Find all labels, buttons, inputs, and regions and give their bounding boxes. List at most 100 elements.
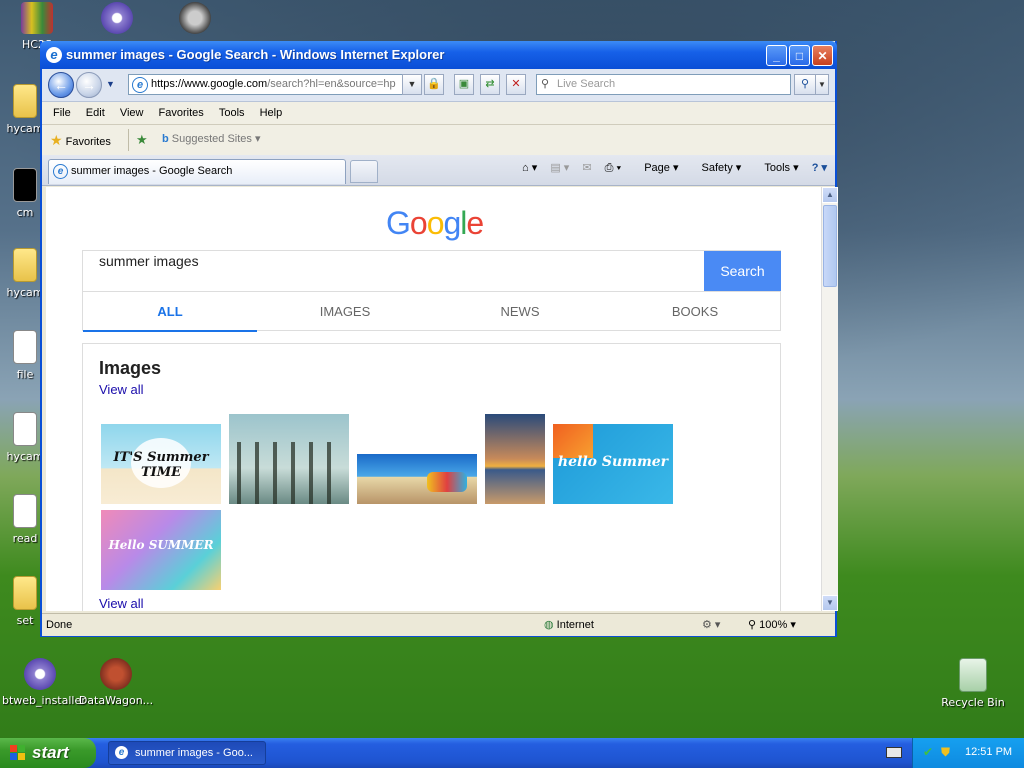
zoom-control[interactable]: ⚲ 100% ▾ [748,617,796,633]
menu-help[interactable]: Help [259,102,284,124]
tab-summer-images[interactable]: e summer images - Google Search [48,159,346,184]
add-favorite-icon[interactable]: ★ [136,132,148,148]
stop-icon[interactable]: ✕ [506,74,526,95]
scroll-down-arrow[interactable]: ▼ [822,595,838,611]
view-all-link[interactable]: View all [99,382,144,397]
tab-books[interactable]: BOOKS [608,292,782,330]
page-menu[interactable]: Page ▾ [634,161,678,174]
desktop-icon-datawagon[interactable]: DataWagon... [78,658,154,707]
suggested-sites-button[interactable]: b Suggested Sites ▾ [162,132,261,145]
thumb-caption: hello Summer [557,454,669,470]
desktop-icon-label: hycam [6,122,44,135]
internet-explorer-icon: e [53,164,68,179]
logo-letter: g [443,205,461,241]
search-tabs: ALL IMAGES NEWS BOOKS [82,291,782,332]
back-button[interactable]: ← [48,72,74,98]
desktop-icon-bittorrent-top[interactable] [82,2,152,38]
close-button[interactable]: ✕ [812,45,833,66]
desktop-icon-recycle-bin[interactable]: Recycle Bin [938,658,1008,709]
system-tray: ✔ ⛊ 12:51 PM [912,738,1024,768]
minimize-button[interactable]: _ [766,45,787,66]
raccoon-shortcut-icon [179,2,211,34]
zoom-icon: ⚲ [748,619,757,631]
recent-pages-dropdown[interactable]: ▼ [106,79,115,89]
clock[interactable]: 12:51 PM [965,746,1012,758]
zoom-level: 100% [759,619,788,631]
address-bar: ← → ▼ e https://www.google.com/search?hl… [42,69,835,102]
menu-view[interactable]: View [119,102,145,124]
tab-all[interactable]: ALL [83,292,257,332]
taskbar-item-ie[interactable]: e summer images - Goo... [108,741,266,765]
document-icon [13,412,37,446]
rss-feed-icon[interactable]: ▤ ▾ [550,161,569,174]
tab-news[interactable]: NEWS [433,292,607,330]
setup-icon [13,576,37,610]
security-shield-icon[interactable]: ⛊ [941,745,950,760]
suggested-sites-label: Suggested Sites [171,133,252,145]
window-title: summer images - Google Search - Windows … [66,47,445,62]
image-thumb-beach-flipflops[interactable] [357,454,477,504]
help-icon[interactable]: ? ▾ [812,161,827,174]
mail-icon[interactable]: ✉ [582,161,591,174]
image-thumb-its-summer[interactable]: IT'S Summer TIME [101,424,221,504]
image-thumb-palm-trees[interactable] [229,414,349,504]
document-icon [13,330,37,364]
favorites-label: Favorites [65,136,111,148]
sunglasses-decoration [553,424,593,458]
safety-menu[interactable]: Safety ▾ [692,161,742,174]
vertical-scrollbar[interactable]: ▲ ▼ [821,187,838,611]
winrar-icon [21,2,53,34]
search-options-dropdown[interactable]: ▼ [815,74,829,95]
internet-explorer-icon: e [115,746,128,759]
search-icon: ⚲ [541,78,550,90]
tab-images[interactable]: IMAGES [258,292,432,330]
image-thumb-sunset[interactable] [485,414,545,504]
menu-tools[interactable]: Tools [218,102,246,124]
menu-edit[interactable]: Edit [85,102,106,124]
url-scheme: https:// [151,78,185,90]
tools-menu-label: Tools [764,162,791,174]
menu-favorites[interactable]: Favorites [158,102,205,124]
url-field[interactable]: e https://www.google.com/search?hl=en&so… [128,74,418,95]
search-query[interactable]: summer images [99,253,199,269]
page-content: Google summer images Search ALL IMAGES N… [46,187,821,611]
favorites-button[interactable]: ★ Favorites [50,132,111,149]
image-thumb-hello-summer[interactable]: hello Summer [553,424,673,504]
desktop-icon-raccoon[interactable] [160,2,230,38]
home-icon[interactable]: ⌂ ▾ [522,161,537,174]
logo-letter: G [386,205,411,241]
image-thumb-tropical-summer[interactable]: Hello SUMMER [101,510,221,590]
url-dropdown-button[interactable]: ▼ [402,74,422,95]
desktop-icon-label: file [16,368,34,381]
thumb-caption: Hello SUMMER [108,538,214,552]
windows-flag-icon [10,745,25,760]
search-button[interactable]: Search [704,251,781,292]
protected-mode-icon[interactable]: ⚙ ▾ [702,617,720,633]
start-button[interactable]: start [0,738,96,768]
logo-letter: o [409,205,428,241]
lock-icon[interactable]: 🔒 [424,74,444,95]
search-go-button[interactable]: ⚲ [794,74,816,95]
new-tab-button[interactable] [350,160,378,183]
google-search-field[interactable]: summer images Search [82,250,781,292]
maximize-button[interactable]: □ [789,45,810,66]
status-bar: Done ◍ Internet ⚙ ▾ ⚲ 100% ▾ [42,613,835,636]
security-zone[interactable]: ◍ Internet [544,617,594,633]
bittorrent-icon [101,2,133,34]
scroll-thumb[interactable] [823,205,837,287]
print-icon[interactable]: ⎙ ▾ [605,162,621,175]
toolbar-divider [128,129,129,151]
scroll-up-arrow[interactable]: ▲ [822,187,838,203]
live-search-input[interactable]: ⚲ Live Search [536,74,791,95]
title-bar[interactable]: e summer images - Google Search - Window… [40,41,837,69]
menu-file[interactable]: File [52,102,72,124]
compatibility-view-icon[interactable]: ▣ [454,74,474,95]
network-icon[interactable]: ✔ [923,745,933,759]
view-all-link-bottom[interactable]: View all [99,596,144,611]
desktop-icon-btweb[interactable]: btweb_installer [2,658,86,707]
refresh-icon[interactable]: ⇄ [480,74,500,95]
keyboard-icon[interactable] [886,747,902,758]
url-host: www.google.com [184,78,268,90]
tools-menu[interactable]: Tools ▾ [754,161,798,174]
forward-button[interactable]: → [76,72,102,98]
